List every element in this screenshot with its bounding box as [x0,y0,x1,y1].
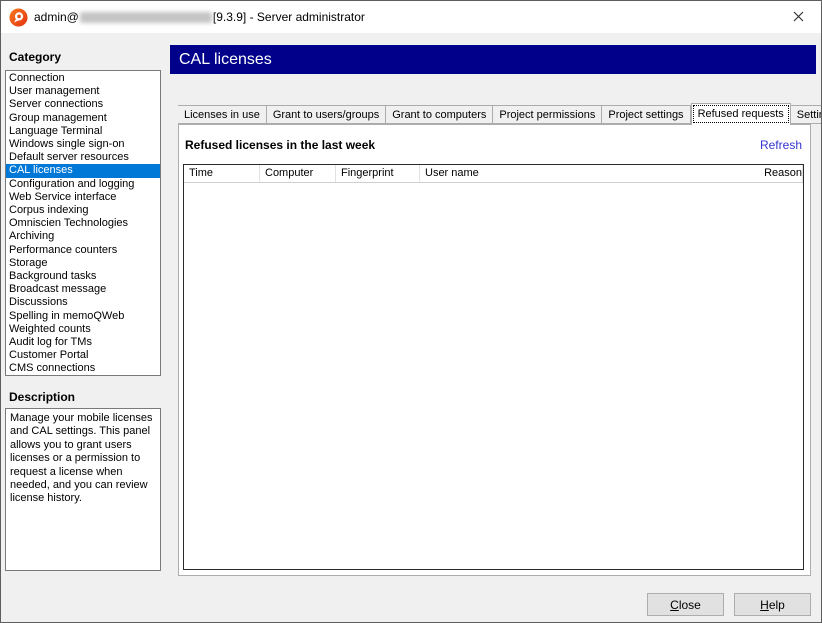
close-icon [793,11,803,22]
list-item[interactable]: Audit log for TMs [6,336,160,349]
refused-licenses-table: Time Computer Fingerprint User name Reas… [183,164,804,570]
tab[interactable]: Project settings [602,105,691,124]
tab[interactable]: Grant to users/groups [266,105,387,124]
list-item[interactable]: Web Service interface [6,191,160,204]
list-item[interactable]: Background tasks [6,270,160,283]
tab[interactable]: Settings [790,105,821,124]
list-item[interactable]: Configuration and logging [6,178,160,191]
category-list[interactable]: Connection User management Server connec… [5,70,161,376]
tab[interactable]: Refused requests [690,103,791,125]
list-item[interactable]: Corpus indexing [6,204,160,217]
list-item[interactable]: Connection [6,72,160,85]
title-bar: admin@ [9.3.9] - Server administrator [1,1,821,33]
list-item[interactable]: CMS connections [6,362,160,375]
description-text: Manage your mobile licenses and CAL sett… [10,412,153,505]
help-button[interactable]: Help [734,593,811,616]
refused-requests-tab-page: Refused licenses in the last week Refres… [178,124,811,576]
list-item[interactable]: Language Terminal [6,125,160,138]
table-column-header[interactable]: Reason [759,165,803,182]
category-label: Category [9,50,62,64]
table-column-header[interactable]: Computer [260,165,336,182]
list-item[interactable]: Discussions [6,296,160,309]
section-title: Refused licenses in the last week [185,138,376,152]
table-column-header[interactable]: Time [184,165,260,182]
list-item[interactable]: Customer Portal [6,349,160,362]
list-item[interactable]: Weighted counts [6,323,160,336]
list-item[interactable]: Performance counters [6,244,160,257]
page-title: CAL licenses [170,45,816,74]
description-box: Manage your mobile licenses and CAL sett… [5,408,161,571]
table-column-header[interactable]: User name [420,165,759,182]
list-item[interactable]: Storage [6,257,160,270]
refresh-link[interactable]: Refresh [760,138,802,152]
window-title: admin@ [9.3.9] - Server administrator [34,10,365,24]
list-item[interactable]: Windows single sign-on [6,138,160,151]
list-item[interactable]: Omniscien Technologies [6,217,160,230]
memoq-logo-icon [9,7,28,27]
list-item[interactable]: User management [6,85,160,98]
server-administrator-dialog: admin@ [9.3.9] - Server administrator Cat… [0,0,822,623]
description-label: Description [9,390,76,404]
list-item[interactable]: Archiving [6,230,160,243]
list-item[interactable]: Server connections [6,98,160,111]
table-header-row: Time Computer Fingerprint User name Reas… [184,165,803,183]
tab-strip: Licenses in use Grant to users/groups Gr… [178,103,821,125]
tab[interactable]: Project permissions [493,105,603,124]
list-item[interactable]: Spelling in memoQWeb [6,310,160,323]
list-item[interactable]: CAL licenses [6,164,160,178]
redacted-server-name [79,11,212,23]
tab[interactable]: Grant to computers [386,105,494,124]
table-body [184,183,803,569]
table-column-header[interactable]: Fingerprint [336,165,420,182]
list-item[interactable]: Broadcast message [6,283,160,296]
close-window-button[interactable] [775,1,821,32]
list-item[interactable]: Group management [6,112,160,125]
tab[interactable]: Licenses in use [178,105,267,124]
list-item[interactable]: Default server resources [6,151,160,164]
close-button[interactable]: Close [647,593,724,616]
